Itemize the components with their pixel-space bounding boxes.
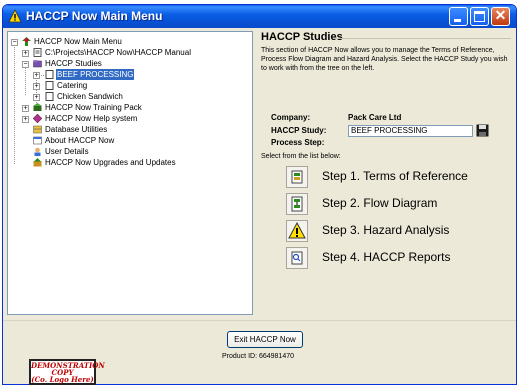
exit-button[interactable]: Exit HACCP Now bbox=[227, 331, 303, 348]
close-icon: ✕ bbox=[494, 7, 507, 23]
minimize-button[interactable] bbox=[449, 7, 468, 26]
expand-toggle[interactable]: + bbox=[33, 83, 40, 90]
demo-line-3: (Co. Logo Here) bbox=[31, 375, 94, 384]
study-field[interactable]: BEEF PROCESSING bbox=[348, 125, 473, 137]
panel-title: HACCP Studies bbox=[261, 31, 343, 43]
expand-toggle[interactable]: + bbox=[22, 116, 29, 123]
step-4-label: Step 4. HACCP Reports bbox=[322, 250, 451, 264]
close-button[interactable]: ✕ bbox=[491, 7, 510, 26]
expand-toggle[interactable]: + bbox=[22, 105, 29, 112]
expand-toggle[interactable]: + bbox=[22, 50, 29, 57]
maximize-icon bbox=[474, 11, 485, 22]
study-page-icon bbox=[45, 70, 54, 79]
step-3-button[interactable] bbox=[286, 220, 308, 242]
study-label: HACCP Study: bbox=[271, 126, 327, 135]
studies-folder-icon bbox=[33, 60, 42, 68]
panel-divider bbox=[335, 38, 511, 39]
tree-item-label: User Details bbox=[45, 147, 89, 156]
warning-icon bbox=[8, 9, 22, 23]
title-bar[interactable]: HACCP Now Main Menu ✕ bbox=[3, 5, 516, 28]
company-logo-placeholder: DEMONSTRATION COPY (Co. Logo Here) bbox=[29, 359, 105, 385]
step-4-button[interactable] bbox=[286, 247, 308, 269]
study-page-icon bbox=[45, 81, 54, 90]
terms-of-reference-icon bbox=[291, 170, 303, 184]
step-2-button[interactable] bbox=[286, 193, 308, 215]
company-value: Pack Care Ltd bbox=[348, 113, 402, 122]
tree-item-label: BEEF PROCESSING bbox=[56, 69, 135, 80]
tree-root-label: HACCP Now Main Menu bbox=[34, 37, 122, 46]
tree-item-label: HACCP Now Upgrades and Updates bbox=[45, 158, 176, 167]
tree-item-label: Catering bbox=[57, 81, 88, 90]
select-prompt: Select from the list below: bbox=[261, 153, 341, 160]
window-title: HACCP Now Main Menu bbox=[26, 9, 163, 23]
upgrade-icon bbox=[33, 158, 42, 167]
process-step-label: Process Step: bbox=[271, 138, 325, 147]
step-1-label: Step 1. Terms of Reference bbox=[322, 169, 468, 183]
help-book-icon bbox=[33, 114, 42, 123]
main-window: HACCP Now Main Menu ✕ − HACCP Now Main M… bbox=[2, 4, 517, 385]
reports-icon bbox=[291, 251, 303, 265]
database-icon bbox=[33, 125, 42, 134]
hazard-warning-icon bbox=[288, 221, 306, 239]
tree-line bbox=[14, 42, 15, 164]
expand-toggle[interactable]: + bbox=[33, 94, 40, 101]
tree-item-label: HACCP Now Help system bbox=[45, 114, 138, 123]
document-icon bbox=[33, 48, 42, 57]
flow-diagram-icon bbox=[291, 196, 303, 212]
step-2-label: Step 2. Flow Diagram bbox=[322, 196, 438, 210]
collapse-toggle[interactable]: − bbox=[22, 61, 29, 68]
navigation-tree[interactable]: − HACCP Now Main Menu + C:\Projects\HACC… bbox=[7, 31, 253, 315]
tree-item-label: Database Utilities bbox=[45, 125, 108, 134]
maximize-button[interactable] bbox=[470, 7, 489, 26]
step-1-button[interactable] bbox=[286, 166, 308, 188]
product-id: Product ID: 664981470 bbox=[222, 353, 294, 360]
company-label: Company: bbox=[271, 113, 311, 122]
step-3-label: Step 3. Hazard Analysis bbox=[322, 223, 450, 237]
user-icon bbox=[34, 147, 41, 156]
info-icon bbox=[33, 136, 42, 145]
tree-logo-icon bbox=[22, 37, 31, 46]
study-page-icon bbox=[45, 92, 54, 101]
panel-description: This section of HACCP Now allows you to … bbox=[261, 47, 508, 72]
tree-item-label: About HACCP Now bbox=[45, 136, 115, 145]
tree-item-label: C:\Projects\HACCP Now\HACCP Manual bbox=[45, 48, 191, 57]
collapse-toggle[interactable]: − bbox=[11, 39, 18, 46]
minimize-icon bbox=[454, 19, 461, 22]
expand-toggle[interactable]: + bbox=[33, 72, 40, 79]
tree-item-label: HACCP Now Training Pack bbox=[45, 103, 142, 112]
tree-item-label: Chicken Sandwich bbox=[57, 92, 123, 101]
tree-item-label: HACCP Studies bbox=[45, 59, 102, 68]
save-icon[interactable] bbox=[476, 124, 489, 137]
training-icon bbox=[33, 103, 42, 111]
